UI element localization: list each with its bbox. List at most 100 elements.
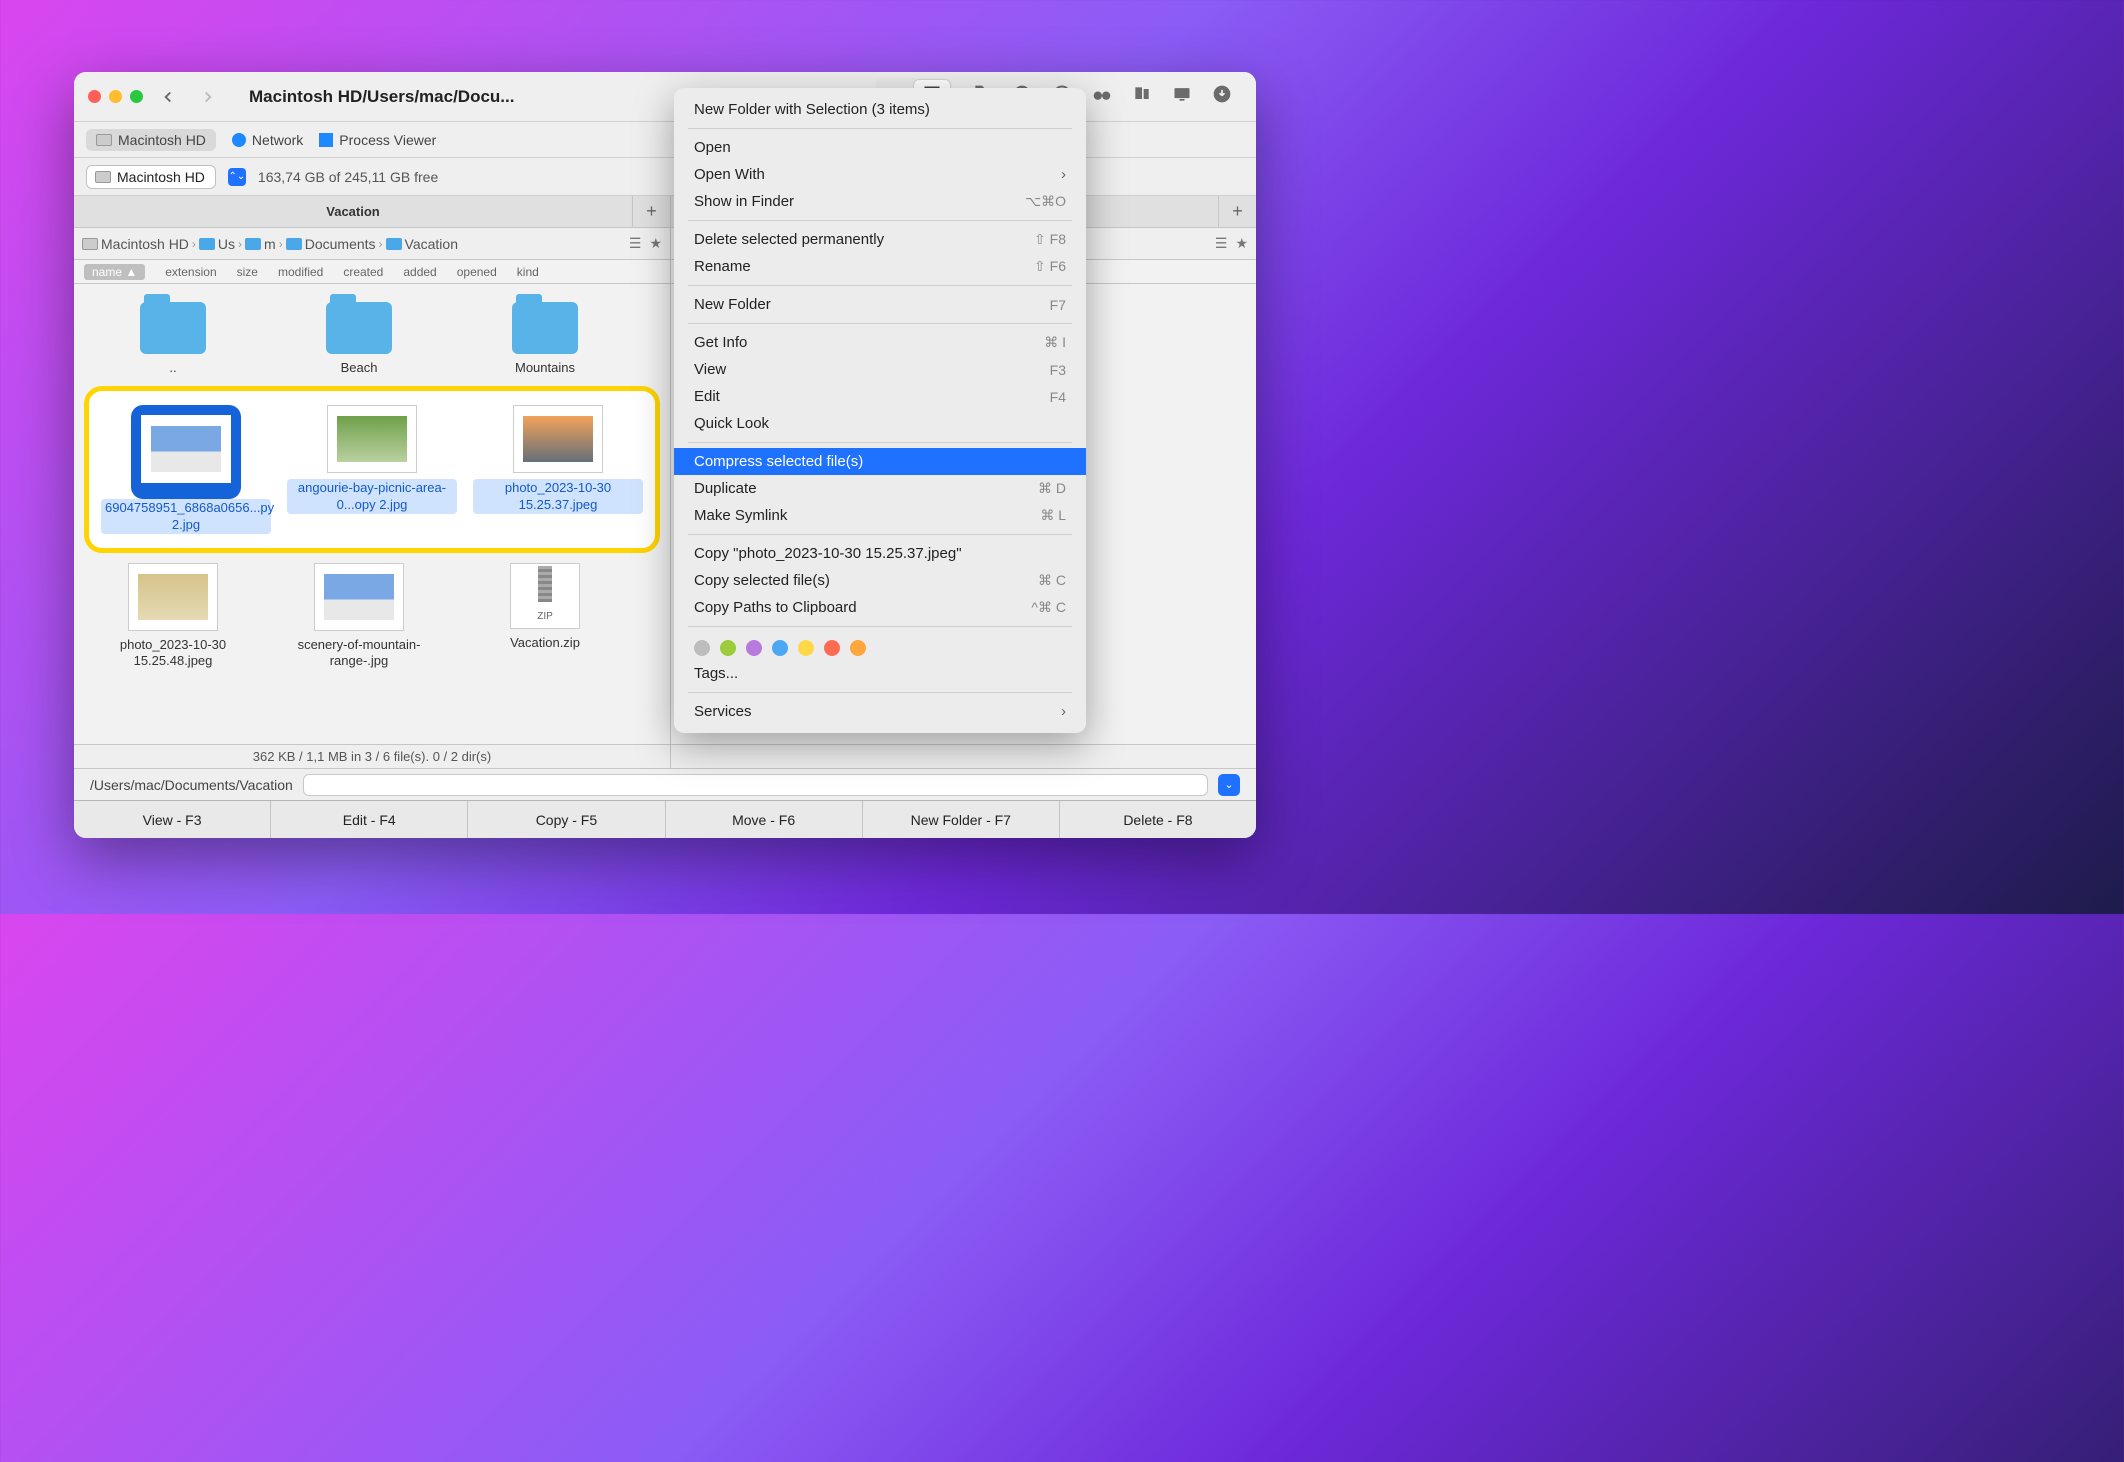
location-process-viewer[interactable]: Process Viewer — [319, 132, 436, 148]
icon-grid[interactable]: .. Beach Mountains 6904758951_6868a0656.… — [74, 284, 670, 744]
col-name[interactable]: name ▲ — [84, 264, 145, 280]
path-input[interactable] — [303, 774, 1208, 796]
menu-quick-look[interactable]: Quick Look — [674, 410, 1086, 437]
download-icon[interactable] — [1212, 84, 1232, 109]
display-icon[interactable] — [1172, 84, 1192, 109]
menu-get-info[interactable]: Get Info⌘ I — [674, 329, 1086, 356]
left-breadcrumb: Macintosh HD› Us› m› Documents› Vacation… — [74, 228, 670, 260]
add-tab-button[interactable]: + — [632, 196, 670, 227]
col-kind[interactable]: kind — [517, 265, 539, 279]
location-mac-hd[interactable]: Macintosh HD — [86, 129, 216, 151]
folder-icon — [286, 238, 302, 250]
location-network[interactable]: Network — [232, 132, 303, 148]
menu-new-folder-selection[interactable]: New Folder with Selection (3 items) — [674, 96, 1086, 123]
traffic-lights — [88, 90, 143, 103]
menu-symlink[interactable]: Make Symlink⌘ L — [674, 502, 1086, 529]
filename: photo_2023-10-30 15.25.37.jpeg — [473, 479, 643, 514]
location-label: Process Viewer — [339, 132, 436, 148]
zoom-button[interactable] — [130, 90, 143, 103]
tag-color-dot[interactable] — [746, 640, 762, 656]
finder-window: Macintosh HD/Users/mac/Docu... Macintosh… — [74, 72, 1256, 838]
disk-icon — [95, 171, 111, 183]
selection-bg — [131, 405, 241, 499]
volume-dropdown-icon[interactable]: ⌃⌄ — [228, 168, 246, 186]
col-extension[interactable]: extension — [165, 265, 216, 279]
favorite-icon[interactable]: ★ — [1235, 235, 1248, 252]
menu-duplicate[interactable]: Duplicate⌘ D — [674, 475, 1086, 502]
col-created[interactable]: created — [343, 265, 383, 279]
menu-tags[interactable]: Tags... — [674, 660, 1086, 687]
sync-icon[interactable] — [1132, 84, 1152, 109]
action-new-folder[interactable]: New Folder - F7 — [863, 801, 1060, 838]
folder-icon — [199, 238, 215, 250]
tag-color-dot[interactable] — [772, 640, 788, 656]
col-opened[interactable]: opened — [457, 265, 497, 279]
close-button[interactable] — [88, 90, 101, 103]
column-toggle-icon[interactable]: ☰ — [629, 235, 642, 252]
tab-vacation[interactable]: Vacation — [74, 196, 632, 227]
favorite-icon[interactable]: ★ — [649, 235, 662, 252]
file-item[interactable]: photo_2023-10-30 15.25.48.jpeg — [80, 557, 266, 676]
image-thumb — [337, 416, 407, 462]
file-item-parent[interactable]: .. — [80, 296, 266, 382]
crumb[interactable]: Vacation — [405, 236, 458, 252]
action-view[interactable]: View - F3 — [74, 801, 271, 838]
file-item-selected-3[interactable]: photo_2023-10-30 15.25.37.jpeg — [465, 399, 651, 540]
filename: Beach — [341, 360, 378, 376]
forward-button[interactable] — [193, 82, 223, 112]
volume-selector[interactable]: Macintosh HD — [86, 165, 216, 189]
column-toggle-icon[interactable]: ☰ — [1215, 235, 1228, 252]
chevron-right-icon: › — [1061, 703, 1066, 720]
file-item[interactable]: scenery-of-mountain-range-.jpg — [266, 557, 452, 676]
volume-name: Macintosh HD — [117, 169, 205, 185]
crumb[interactable]: m — [264, 236, 276, 252]
binoculars-icon[interactable] — [1092, 84, 1112, 109]
tag-color-dot[interactable] — [694, 640, 710, 656]
folder-icon — [512, 302, 578, 354]
image-thumb — [138, 574, 208, 620]
menu-compress[interactable]: Compress selected file(s) — [674, 448, 1086, 475]
menu-view[interactable]: ViewF3 — [674, 356, 1086, 383]
action-delete[interactable]: Delete - F8 — [1060, 801, 1256, 838]
globe-icon — [232, 133, 246, 147]
col-modified[interactable]: modified — [278, 265, 323, 279]
tag-color-dot[interactable] — [850, 640, 866, 656]
col-added[interactable]: added — [403, 265, 436, 279]
left-pane: Vacation + Macintosh HD› Us› m› Document… — [74, 196, 671, 768]
action-move[interactable]: Move - F6 — [666, 801, 863, 838]
menu-show-in-finder[interactable]: Show in Finder⌥⌘O — [674, 188, 1086, 215]
crumb[interactable]: Us — [218, 236, 235, 252]
menu-edit[interactable]: EditF4 — [674, 383, 1086, 410]
minimize-button[interactable] — [109, 90, 122, 103]
crumb[interactable]: Macintosh HD — [101, 236, 189, 252]
menu-services[interactable]: Services› — [674, 698, 1086, 725]
add-tab-button[interactable]: + — [1218, 196, 1256, 227]
location-label: Network — [252, 132, 303, 148]
action-edit[interactable]: Edit - F4 — [271, 801, 468, 838]
menu-new-folder[interactable]: New FolderF7 — [674, 291, 1086, 318]
menu-rename[interactable]: Rename⇧ F6 — [674, 253, 1086, 280]
menu-copy-named[interactable]: Copy "photo_2023-10-30 15.25.37.jpeg" — [674, 540, 1086, 567]
tag-color-dot[interactable] — [824, 640, 840, 656]
col-size[interactable]: size — [237, 265, 258, 279]
menu-copy-selected[interactable]: Copy selected file(s)⌘ C — [674, 567, 1086, 594]
tag-color-dot[interactable] — [798, 640, 814, 656]
file-item-zip[interactable]: ZIP Vacation.zip — [452, 557, 638, 676]
menu-open-with[interactable]: Open With› — [674, 161, 1086, 188]
path-dropdown-icon[interactable]: ⌄ — [1218, 774, 1240, 796]
tag-color-dot[interactable] — [720, 640, 736, 656]
file-item-beach[interactable]: Beach — [266, 296, 452, 382]
menu-open[interactable]: Open — [674, 134, 1086, 161]
action-copy[interactable]: Copy - F5 — [468, 801, 665, 838]
folder-icon — [140, 302, 206, 354]
current-path: /Users/mac/Documents/Vacation — [90, 777, 293, 793]
back-button[interactable] — [153, 82, 183, 112]
crumb[interactable]: Documents — [305, 236, 376, 252]
menu-copy-paths[interactable]: Copy Paths to Clipboard^⌘ C — [674, 594, 1086, 621]
menu-delete-permanently[interactable]: Delete selected permanently⇧ F8 — [674, 226, 1086, 253]
file-item-selected-2[interactable]: angourie-bay-picnic-area-0...opy 2.jpg — [279, 399, 465, 540]
location-label: Macintosh HD — [118, 132, 206, 148]
left-column-header: name ▲ extension size modified created a… — [74, 260, 670, 284]
file-item-selected-1[interactable]: 6904758951_6868a0656...py 2.jpg — [93, 399, 279, 540]
file-item-mountains[interactable]: Mountains — [452, 296, 638, 382]
